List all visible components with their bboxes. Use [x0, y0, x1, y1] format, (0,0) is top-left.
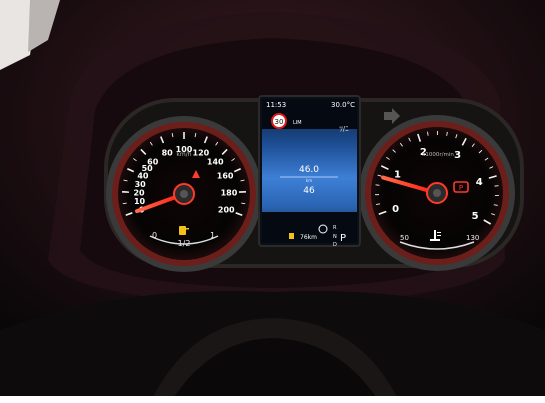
speed-label: 120: [193, 148, 210, 157]
svg-text:ﾂ/ﾆ: ﾂ/ﾆ: [339, 125, 349, 133]
tach-unit: x1000r/min: [422, 152, 454, 158]
speed-label: 20: [133, 188, 145, 197]
gear-letter-r: R: [333, 225, 337, 231]
gear-indicator: P: [340, 233, 346, 244]
speed-limit-sign-icon: 30: [271, 113, 287, 129]
tach-tick: [375, 184, 380, 186]
speed-label: 30: [135, 180, 147, 189]
fuel-full: 1: [210, 231, 215, 240]
speed-label: 160: [217, 172, 234, 181]
gear-letter-n: N: [333, 234, 337, 240]
odometer-unit: km: [306, 178, 312, 183]
speed-label: 60: [147, 158, 159, 167]
road-sign-icon: ﾂ/ﾆ: [339, 125, 349, 133]
tach-tick: [427, 131, 429, 136]
speed-label: 200: [218, 205, 235, 214]
temp-low: 50: [400, 234, 409, 242]
speed-tick: [122, 202, 127, 205]
speed-unit: km/h: [176, 151, 191, 158]
speed-label: 140: [207, 158, 224, 167]
tach-label: 3: [454, 150, 461, 161]
fuel-range-icon: [289, 233, 294, 239]
clock-time: 11:53: [266, 101, 286, 109]
instrument-cluster-photo: 010203040506080100120140160180200 km/h 0…: [0, 0, 545, 403]
speed-limit-value: 30: [275, 118, 284, 126]
outside-temp: 30.0°C: [331, 101, 355, 109]
gear-letter-d: D: [333, 242, 337, 248]
fuel-half: 1/2: [178, 239, 191, 248]
trip-value: 46: [303, 186, 315, 196]
tach-label: 5: [472, 211, 479, 222]
speed-label: 10: [134, 197, 146, 206]
fuel-empty: 0: [152, 231, 157, 240]
speed-tick: [241, 202, 246, 205]
svg-text:P: P: [459, 184, 463, 192]
tach-label: 0: [392, 204, 399, 215]
temp-high: 130: [466, 234, 479, 242]
odometer-value: 46.0: [299, 165, 319, 175]
limiter-label: LIM: [293, 120, 302, 126]
speed-label: 80: [162, 148, 174, 157]
speed-label: 180: [221, 188, 238, 197]
tach-label: 4: [476, 177, 483, 188]
range-value: 76km: [300, 234, 317, 241]
